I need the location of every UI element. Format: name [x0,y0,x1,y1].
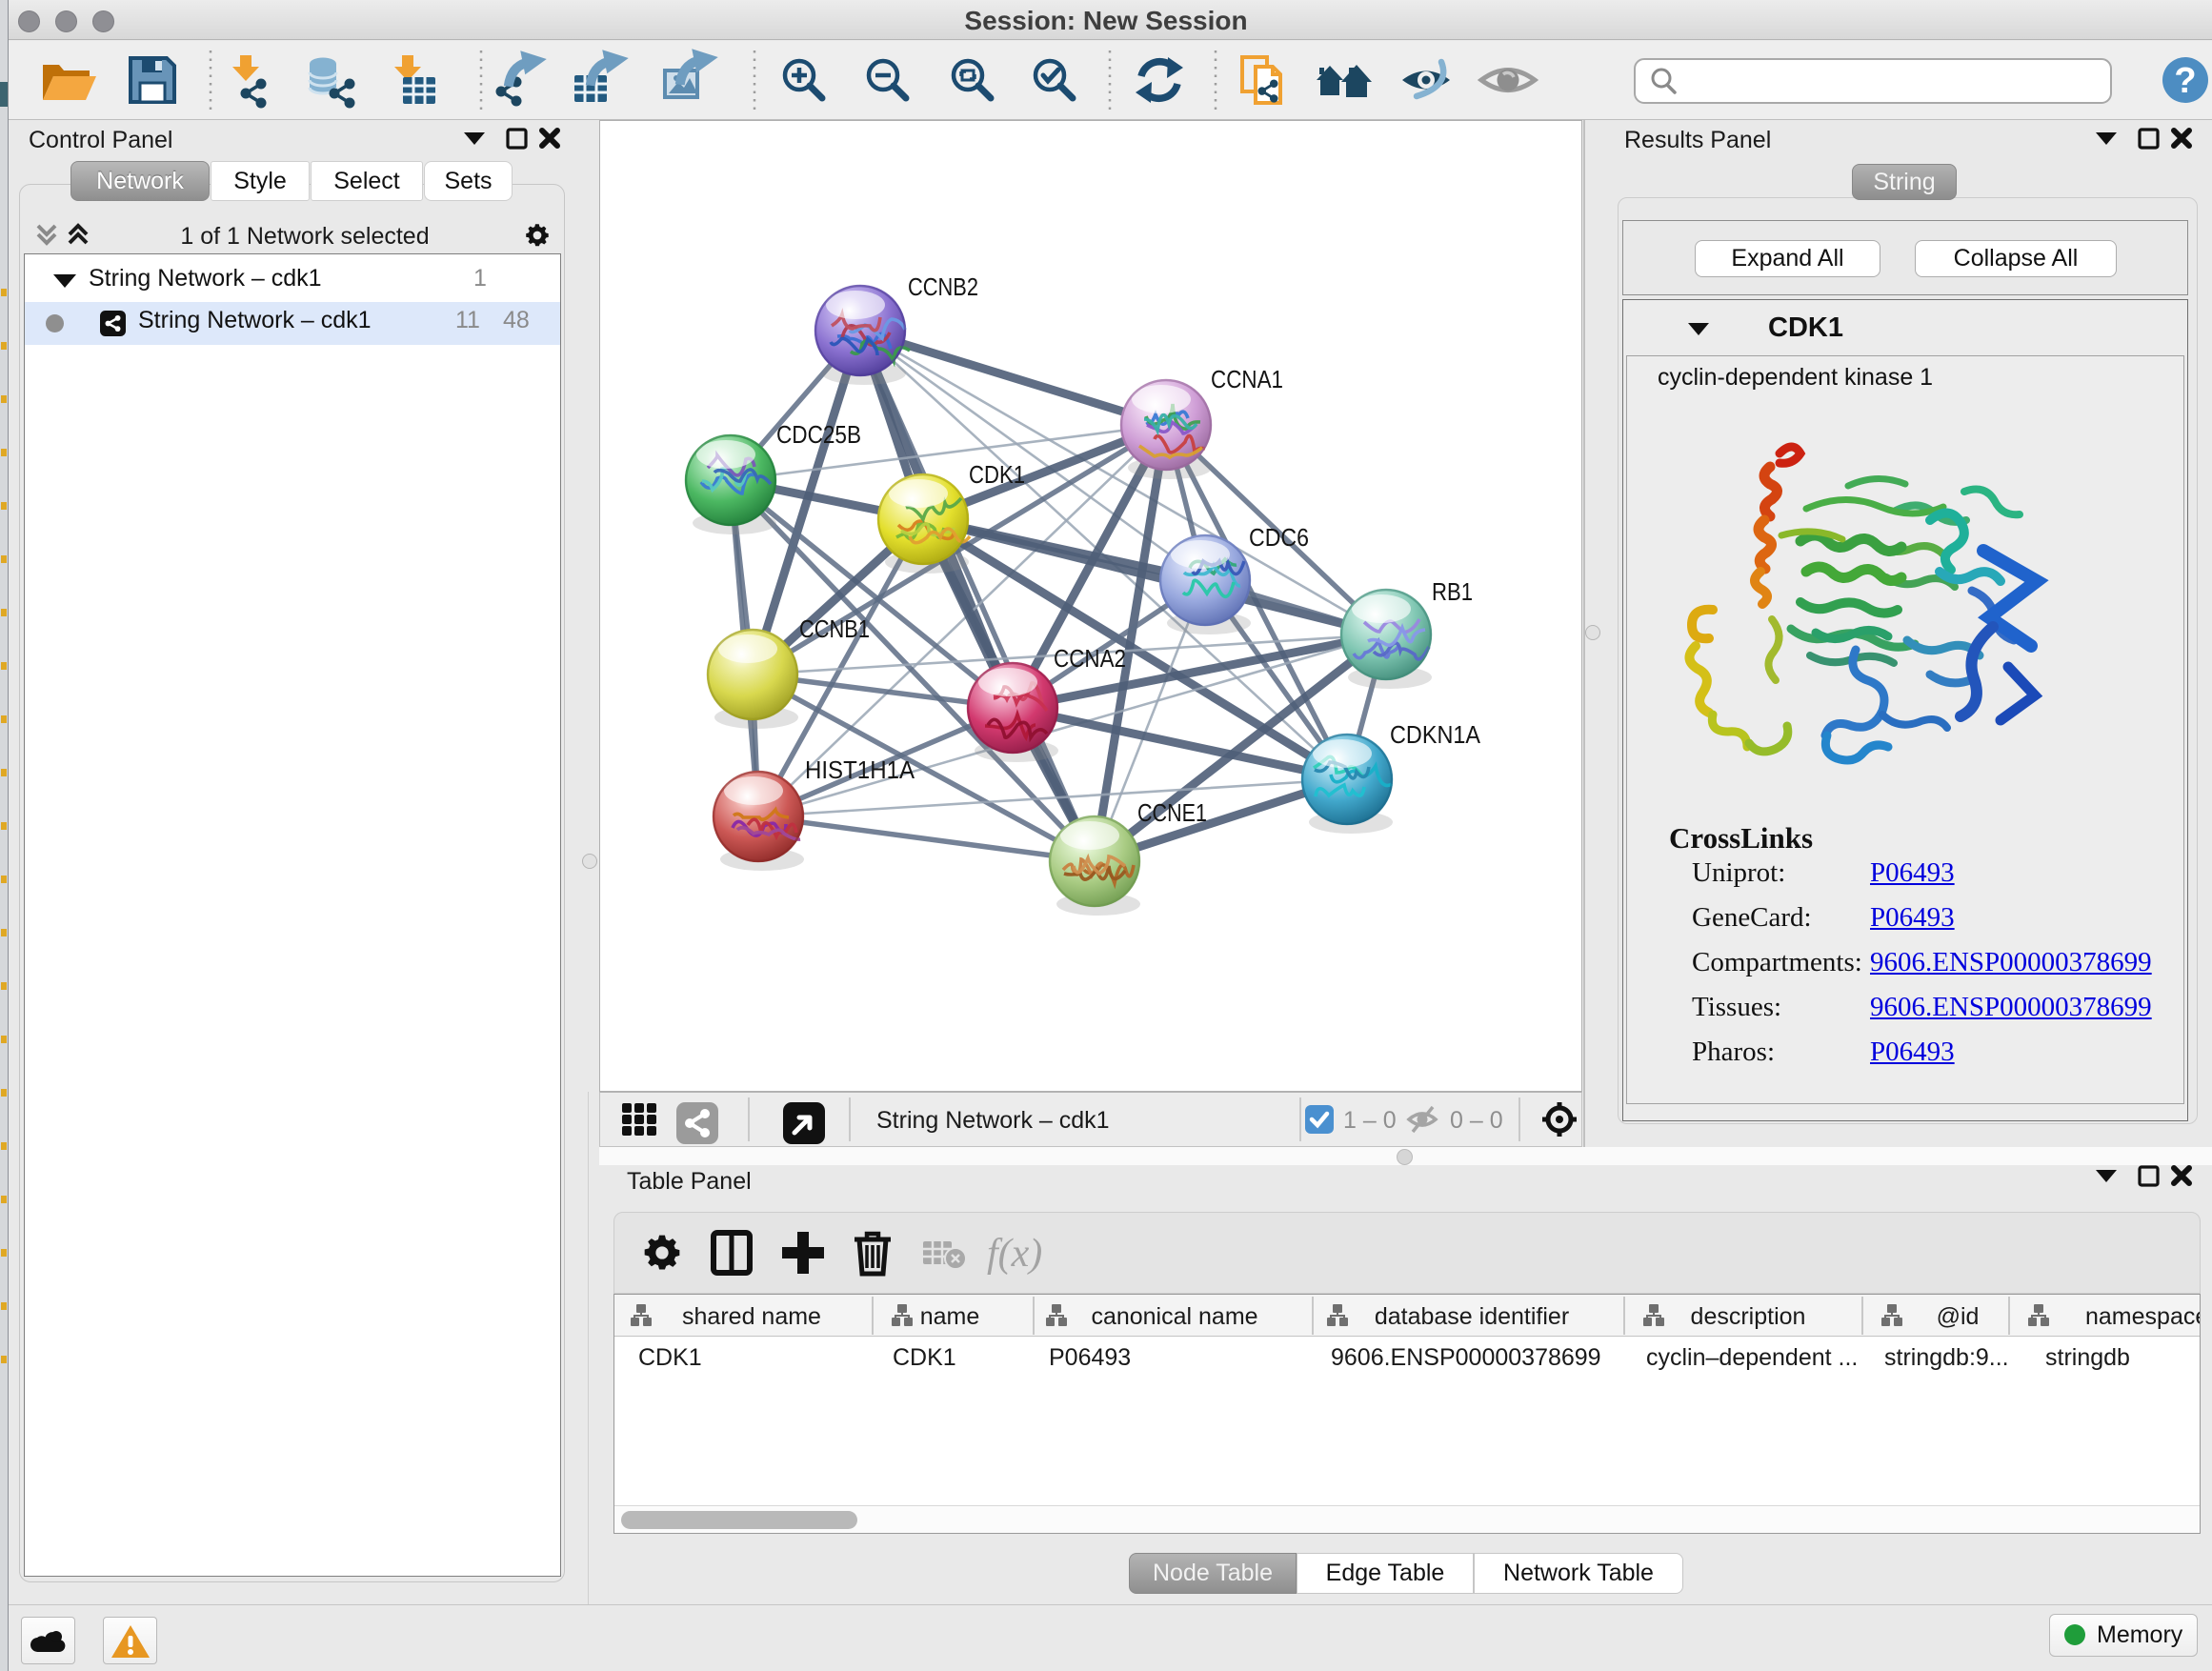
svg-text:namespace: namespace [2085,1303,2200,1330]
svg-text:?: ? [2174,61,2196,101]
svg-text:f(x): f(x) [987,1232,1042,1276]
svg-text:CDKN1A: CDKN1A [1390,720,1481,749]
svg-text:CCNB1: CCNB1 [799,614,870,643]
svg-text:database identifier: database identifier [1375,1303,1569,1330]
svg-text:String Network – cdk1: String Network – cdk1 [876,1107,1110,1134]
svg-text:CDC6: CDC6 [1249,523,1309,552]
svg-text:0 – 0: 0 – 0 [1450,1107,1503,1134]
svg-text:CDC25B: CDC25B [776,420,861,449]
svg-text:CCNA2: CCNA2 [1054,644,1126,673]
svg-text:shared name: shared name [682,1303,821,1330]
svg-text:CCNA1: CCNA1 [1211,365,1283,393]
svg-text:CCNE1: CCNE1 [1137,798,1207,827]
svg-text:canonical name: canonical name [1091,1303,1257,1330]
svg-text:CCNB2: CCNB2 [908,272,978,301]
svg-text:HIST1H1A: HIST1H1A [805,755,915,784]
svg-text:1 – 0: 1 – 0 [1343,1107,1397,1134]
svg-text:CDK1: CDK1 [969,460,1025,489]
svg-text:description: description [1691,1303,1806,1330]
svg-text:@id: @id [1937,1303,1980,1330]
svg-text:RB1: RB1 [1432,577,1473,606]
svg-text:name: name [920,1303,980,1330]
